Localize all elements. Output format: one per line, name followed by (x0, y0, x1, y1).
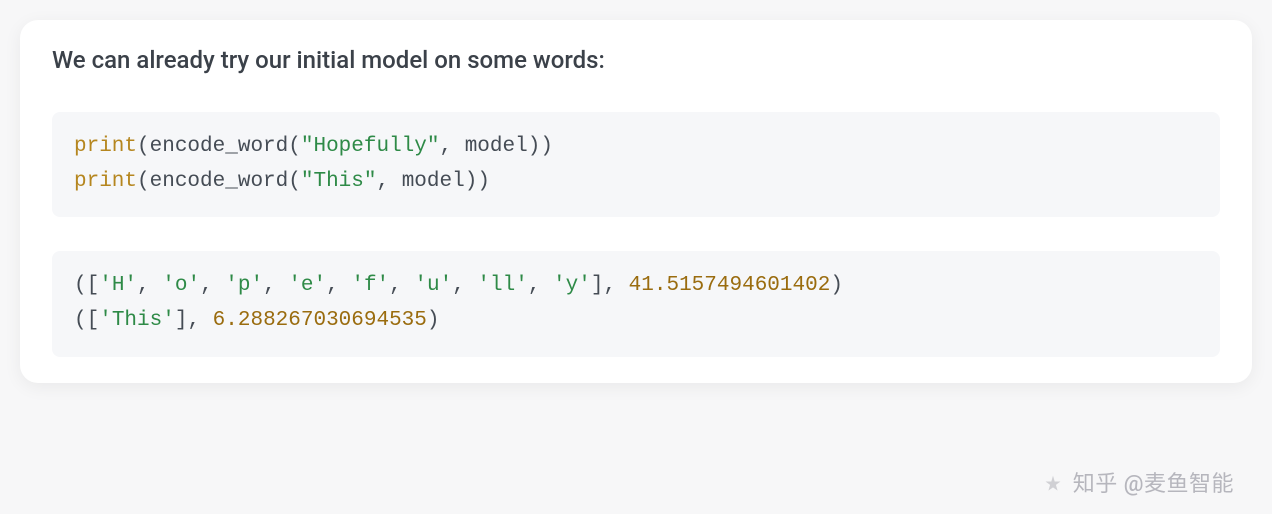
token-item: 'f' (351, 274, 389, 297)
watermark: 知乎 @麦鱼智能 (1043, 466, 1234, 498)
str-literal: "This" (301, 170, 377, 193)
paren-close: )) (528, 135, 553, 158)
bracket-close: ], (175, 309, 213, 332)
paren-close: )) (465, 170, 490, 193)
watermark-user: @麦鱼智能 (1124, 472, 1234, 497)
zhihu-icon (1043, 474, 1063, 494)
paren-open: ([ (74, 309, 99, 332)
token-item: 'p' (225, 274, 263, 297)
token-item: 'y' (553, 274, 591, 297)
paren-close: ) (830, 274, 843, 297)
paren-open: ( (137, 135, 150, 158)
fn-encode-word: encode_word (150, 170, 289, 193)
fn-encode-word: encode_word (150, 135, 289, 158)
content-card: We can already try our initial model on … (20, 20, 1252, 383)
comma: , (452, 274, 477, 297)
str-literal: "Hopefully" (301, 135, 440, 158)
token-item: 'll' (477, 274, 527, 297)
comma: , (137, 274, 162, 297)
comma: , (376, 170, 401, 193)
code-output-block: (['H', 'o', 'p', 'e', 'f', 'u', 'll', 'y… (52, 251, 1220, 356)
comma: , (263, 274, 288, 297)
comma: , (326, 274, 351, 297)
token-item: 'This' (99, 309, 175, 332)
score-number: 41.5157494601402 (629, 274, 831, 297)
comma: , (200, 274, 225, 297)
paren-open: ( (288, 170, 301, 193)
ident-model: model (402, 170, 465, 193)
comma: , (528, 274, 553, 297)
paren-open: ( (288, 135, 301, 158)
token-item: 'e' (288, 274, 326, 297)
ident-model: model (465, 135, 528, 158)
paren-close: ) (427, 309, 440, 332)
fn-print: print (74, 170, 137, 193)
paren-open: ([ (74, 274, 99, 297)
intro-text: We can already try our initial model on … (52, 46, 1220, 74)
token-item: 'H' (99, 274, 137, 297)
code-input-block: print(encode_word("Hopefully", model)) p… (52, 112, 1220, 217)
token-item: 'u' (414, 274, 452, 297)
comma: , (439, 135, 464, 158)
fn-print: print (74, 135, 137, 158)
score-number: 6.288267030694535 (213, 309, 427, 332)
watermark-brand: 知乎 (1073, 472, 1118, 497)
comma: , (389, 274, 414, 297)
paren-open: ( (137, 170, 150, 193)
bracket-close: ], (591, 274, 629, 297)
token-item: 'o' (162, 274, 200, 297)
